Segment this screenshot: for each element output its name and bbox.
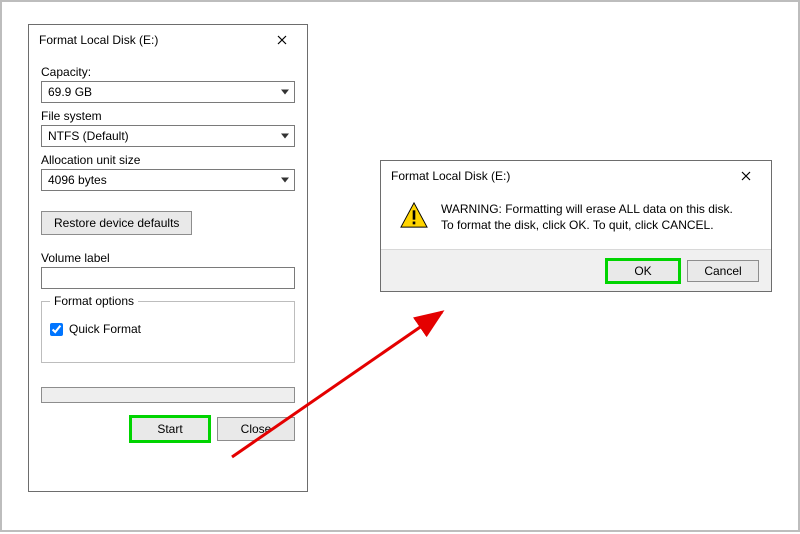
cancel-button[interactable]: Cancel	[687, 260, 759, 282]
format-dialog: Format Local Disk (E:) Capacity: File sy…	[28, 24, 308, 492]
capacity-label: Capacity:	[41, 65, 295, 79]
volume-label-input[interactable]	[41, 267, 295, 289]
close-icon[interactable]	[727, 164, 765, 188]
close-button[interactable]: Close	[217, 417, 295, 441]
allocation-unit-size-select[interactable]	[41, 169, 295, 191]
file-system-label: File system	[41, 109, 295, 123]
format-dialog-title: Format Local Disk (E:)	[39, 33, 158, 47]
quick-format-checkbox-row[interactable]: Quick Format	[50, 322, 286, 336]
warning-message-line2: To format the disk, click OK. To quit, c…	[441, 217, 733, 233]
quick-format-checkbox[interactable]	[50, 323, 63, 336]
warning-dialog-titlebar: Format Local Disk (E:)	[381, 161, 771, 191]
format-options-group: Format options Quick Format	[41, 301, 295, 363]
warning-message: WARNING: Formatting will erase ALL data …	[441, 201, 733, 233]
allocation-unit-size-label: Allocation unit size	[41, 153, 295, 167]
format-dialog-titlebar: Format Local Disk (E:)	[29, 25, 307, 55]
warning-dialog-footer: OK Cancel	[381, 249, 771, 291]
format-dialog-body: Capacity: File system Allocation unit si…	[29, 55, 307, 449]
restore-defaults-button[interactable]: Restore device defaults	[41, 211, 192, 235]
close-icon[interactable]	[263, 28, 301, 52]
warning-icon	[399, 201, 429, 232]
file-system-select[interactable]	[41, 125, 295, 147]
warning-message-line1: WARNING: Formatting will erase ALL data …	[441, 201, 733, 217]
volume-label-label: Volume label	[41, 251, 295, 265]
quick-format-label: Quick Format	[69, 322, 141, 336]
ok-button[interactable]: OK	[607, 260, 679, 282]
format-dialog-footer: Start Close	[41, 417, 295, 441]
start-button[interactable]: Start	[131, 417, 209, 441]
warning-dialog-body: WARNING: Formatting will erase ALL data …	[381, 191, 771, 249]
format-options-legend: Format options	[50, 294, 138, 308]
capacity-select[interactable]	[41, 81, 295, 103]
warning-dialog: Format Local Disk (E:) WARNING: Formatti…	[380, 160, 772, 292]
format-progress-bar	[41, 387, 295, 403]
warning-dialog-title: Format Local Disk (E:)	[391, 169, 510, 183]
